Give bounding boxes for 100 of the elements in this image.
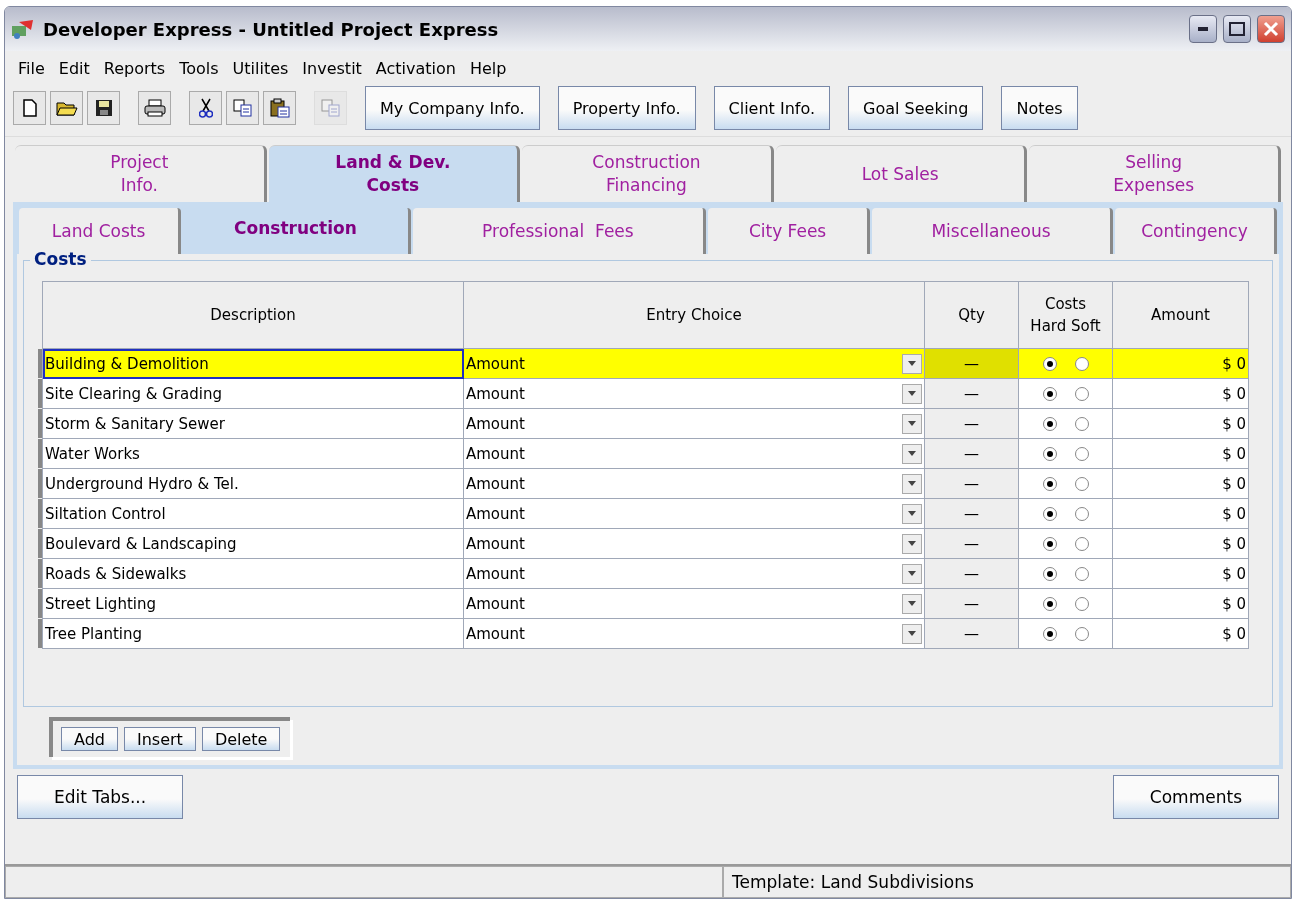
table-cell[interactable]: Boulevard & Landscaping <box>42 528 464 559</box>
dropdown-cell[interactable]: Amount <box>463 618 925 649</box>
minimize-button[interactable] <box>1189 15 1217 43</box>
menu-item[interactable]: Edit <box>51 57 97 80</box>
tab[interactable]: Construction Financing <box>522 145 774 202</box>
dropdown-arrow-icon <box>908 451 916 456</box>
maximize-icon <box>1229 22 1245 36</box>
radio-button[interactable] <box>1074 596 1089 611</box>
menu-item[interactable]: Help <box>462 57 514 80</box>
dropdown-arrow-icon <box>908 421 916 426</box>
dropdown-arrow-icon <box>908 541 916 546</box>
toolbar-text-button[interactable]: Property Info. <box>557 86 696 130</box>
column-header: Qty <box>924 281 1019 349</box>
toolbar-text-button[interactable]: Goal Seeking <box>848 86 984 130</box>
table-cell[interactable]: Site Clearing & Grading <box>42 378 464 409</box>
radio-button[interactable] <box>1042 356 1057 371</box>
sub-tab[interactable]: Contingency <box>1114 208 1277 254</box>
radio-button[interactable] <box>1042 536 1057 551</box>
dropdown-cell[interactable]: Amount <box>463 588 925 619</box>
table-cell: — <box>924 408 1019 439</box>
toolbar-text-button[interactable]: My Company Info. <box>365 86 540 130</box>
toolbar-button[interactable] <box>189 91 222 125</box>
dropdown-arrow-icon <box>908 391 916 396</box>
toolbar-button[interactable] <box>87 91 120 125</box>
radio-button[interactable] <box>1042 596 1057 611</box>
dropdown-cell[interactable]: Amount <box>463 438 925 469</box>
dropdown-arrow-icon <box>908 511 916 516</box>
tab[interactable]: Land & Dev. Costs <box>268 145 521 202</box>
table-cell: $ 0 <box>1112 528 1249 559</box>
table-cell[interactable]: Siltation Control <box>42 498 464 529</box>
row-action-button[interactable]: Insert <box>124 727 196 751</box>
toolbar-text-button[interactable]: Client Info. <box>713 86 831 130</box>
radio-button[interactable] <box>1074 536 1089 551</box>
window-title: Developer Express - Untitled Project Express <box>43 18 500 40</box>
column-header: Entry Choice <box>463 281 925 349</box>
table-cell: — <box>924 528 1019 559</box>
row-action-button[interactable]: Add <box>61 727 118 751</box>
footer-button[interactable]: Comments <box>1112 775 1279 819</box>
table-cell[interactable]: Tree Planting <box>42 618 464 649</box>
table-cell[interactable]: Underground Hydro & Tel. <box>42 468 464 499</box>
table-cell[interactable]: Storm & Sanitary Sewer <box>42 408 464 439</box>
menu-item[interactable]: Tools <box>172 57 226 80</box>
toolbar-button[interactable] <box>13 91 46 125</box>
radio-button[interactable] <box>1074 506 1089 521</box>
maximize-button[interactable] <box>1223 15 1251 43</box>
sub-tab[interactable]: Miscellaneous <box>872 208 1113 254</box>
tab[interactable]: Lot Sales <box>775 145 1028 202</box>
scissors-icon <box>198 98 213 118</box>
table-cell[interactable]: Roads & Sidewalks <box>42 558 464 589</box>
radio-button[interactable] <box>1042 566 1057 581</box>
radio-button[interactable] <box>1074 356 1089 371</box>
dropdown-cell[interactable]: Amount <box>463 348 925 379</box>
dropdown-cell[interactable]: Amount <box>463 528 925 559</box>
radio-button[interactable] <box>1042 506 1057 521</box>
radio-button[interactable] <box>1074 566 1089 581</box>
table-cell: — <box>924 558 1019 589</box>
table-cell: — <box>924 468 1019 499</box>
dropdown-cell[interactable]: Amount <box>463 468 925 499</box>
close-button[interactable] <box>1257 15 1285 43</box>
dropdown-cell[interactable]: Amount <box>463 558 925 589</box>
printer-icon <box>143 99 166 117</box>
dropdown-cell[interactable]: Amount <box>463 408 925 439</box>
menu-item[interactable]: Utilites <box>225 57 296 80</box>
toolbar-button[interactable] <box>138 91 171 125</box>
menu-item[interactable]: Investit <box>295 57 369 80</box>
footer-button[interactable]: Edit Tabs... <box>17 775 184 819</box>
radio-button[interactable] <box>1042 626 1057 641</box>
menu-item[interactable]: Activation <box>368 57 463 80</box>
dropdown-cell[interactable]: Amount <box>463 378 925 409</box>
radio-button[interactable] <box>1074 626 1089 641</box>
close-icon <box>1263 21 1279 37</box>
radio-button[interactable] <box>1074 386 1089 401</box>
radio-button[interactable] <box>1074 446 1089 461</box>
table-cell[interactable]: Street Lighting <box>42 588 464 619</box>
radio-button[interactable] <box>1042 476 1057 491</box>
menu-item[interactable]: File <box>11 57 52 80</box>
toolbar-button[interactable] <box>263 91 296 125</box>
tab[interactable]: Selling Expenses <box>1029 145 1281 202</box>
table-cell[interactable]: Building & Demolition <box>42 348 464 379</box>
tab[interactable]: Project Info. <box>15 145 267 202</box>
menu-item[interactable]: Reports <box>96 57 173 80</box>
table-cell: $ 0 <box>1112 378 1249 409</box>
sub-tab[interactable]: City Fees <box>708 208 871 254</box>
table-cell[interactable]: Water Works <box>42 438 464 469</box>
column-header: Description <box>42 281 464 349</box>
radio-button[interactable] <box>1042 386 1057 401</box>
radio-button[interactable] <box>1074 416 1089 431</box>
row-action-button[interactable]: Delete <box>201 727 281 751</box>
new-file-icon <box>22 99 37 117</box>
dropdown-arrow-icon <box>908 571 916 576</box>
status-field: Template: Land Subdivisions <box>723 866 1291 898</box>
toolbar-button[interactable] <box>50 91 83 125</box>
sub-tab[interactable]: Professional Fees <box>412 208 706 254</box>
radio-button[interactable] <box>1042 446 1057 461</box>
toolbar-text-button[interactable]: Notes <box>1001 86 1078 130</box>
table-cell: — <box>924 588 1019 619</box>
radio-button[interactable] <box>1074 476 1089 491</box>
radio-button[interactable] <box>1042 416 1057 431</box>
dropdown-cell[interactable]: Amount <box>463 498 925 529</box>
table-cell: $ 0 <box>1112 618 1249 649</box>
